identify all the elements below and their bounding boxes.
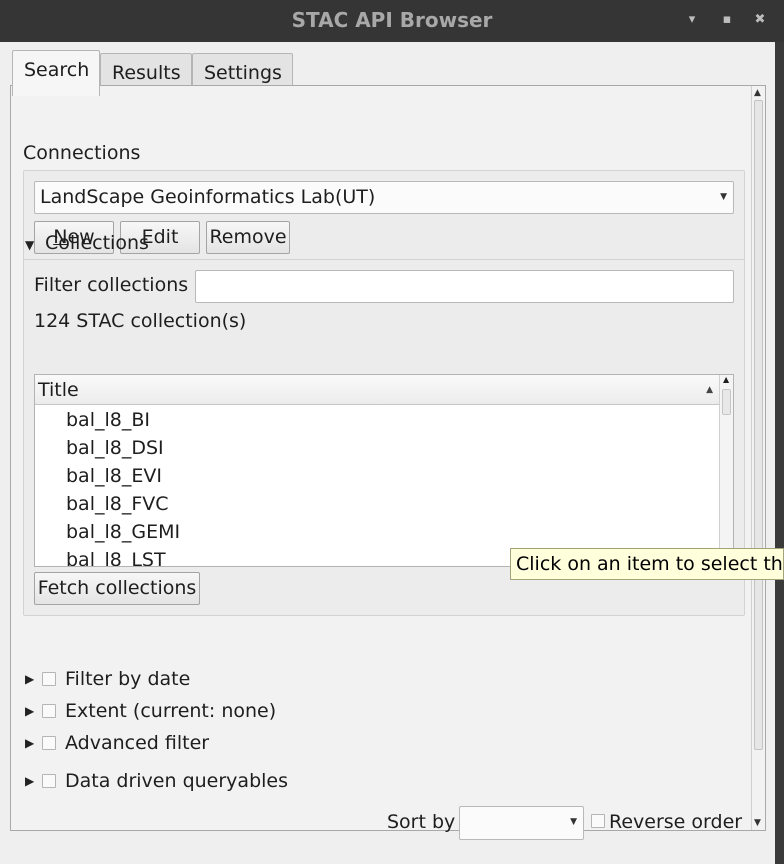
list-item[interactable]: bal_l8_GEMI [66, 518, 180, 546]
list-item[interactable]: bal_l8_DSI [66, 434, 164, 462]
extent-checkbox[interactable] [42, 704, 56, 718]
connections-label: Connections [23, 142, 141, 164]
chevron-down-icon: ▼ [570, 817, 577, 827]
title-bar: STAC API Browser ▾ ▪ ✖ [0, 0, 784, 42]
panel-scroll-thumb[interactable] [754, 100, 763, 750]
connection-select[interactable]: LandScape Geoinformatics Lab(UT) ▼ [34, 181, 734, 214]
chevron-down-icon: ▼ [720, 192, 727, 202]
filter-collections-label: Filter collections [34, 274, 189, 296]
connection-select-value: LandScape Geoinformatics Lab(UT) [40, 186, 376, 208]
search-panel: Connections LandScape Geoinformatics Lab… [10, 85, 766, 840]
filter-by-date-label[interactable]: Filter by date [65, 668, 190, 690]
tab-search[interactable]: Search [12, 50, 100, 96]
tooltip: Click on an item to select the [510, 548, 784, 580]
list-item[interactable]: bal_l8_FVC [66, 490, 169, 518]
collections-list[interactable]: Title ▲ bal_l8_BI bal_l8_DSI bal_l8_EVI … [34, 374, 734, 567]
expand-triangle-icon[interactable]: ▶ [25, 736, 34, 750]
expand-triangle-icon[interactable]: ▶ [25, 774, 34, 788]
title-column-header[interactable]: Title ▲ [35, 375, 719, 405]
scroll-up-icon[interactable]: ▲ [754, 88, 761, 98]
close-icon[interactable]: ✖ [750, 10, 770, 30]
scroll-up-icon[interactable]: ▲ [723, 375, 729, 384]
title-column-label: Title [38, 379, 79, 401]
remove-button[interactable]: Remove [206, 221, 290, 254]
data-driven-queryables-checkbox[interactable] [42, 774, 56, 788]
window-title: STAC API Browser [291, 8, 493, 32]
panel-scrollbar[interactable]: ▲ ▼ [751, 86, 765, 830]
advanced-filter-label[interactable]: Advanced filter [65, 732, 209, 754]
expand-triangle-icon[interactable]: ▶ [25, 704, 34, 718]
collections-label[interactable]: Collections [45, 232, 149, 254]
filter-by-date-checkbox[interactable] [42, 672, 56, 686]
sort-ascending-icon: ▲ [706, 385, 713, 395]
expand-triangle-icon[interactable]: ▶ [25, 672, 34, 686]
list-item[interactable]: bal_l8_BI [66, 406, 150, 434]
background-window-edge [775, 42, 784, 864]
minimize-icon[interactable]: ▾ [682, 10, 702, 30]
collapse-triangle-icon[interactable]: ▼ [25, 238, 34, 252]
sort-by-select[interactable]: ▼ [459, 806, 584, 840]
data-driven-queryables-label[interactable]: Data driven queryables [65, 770, 288, 792]
sort-by-label: Sort by [387, 811, 456, 833]
extent-label[interactable]: Extent (current: none) [65, 700, 276, 722]
collections-count: 124 STAC collection(s) [34, 310, 247, 332]
fetch-collections-button[interactable]: Fetch collections [34, 572, 200, 605]
list-scroll-thumb[interactable] [722, 389, 731, 415]
list-item[interactable]: bal_l8_LST [66, 546, 166, 566]
filter-collections-input[interactable] [195, 270, 734, 303]
advanced-filter-checkbox[interactable] [42, 736, 56, 750]
dialog-body: Search Results Settings Connections Land… [0, 42, 784, 864]
reverse-order-label[interactable]: Reverse order [609, 811, 742, 833]
maximize-icon[interactable]: ▪ [717, 10, 737, 30]
list-item[interactable]: bal_l8_EVI [66, 462, 162, 490]
list-scrollbar[interactable]: ▲ [719, 375, 733, 566]
scroll-down-icon[interactable]: ▼ [754, 818, 761, 828]
reverse-order-checkbox[interactable] [591, 814, 605, 828]
